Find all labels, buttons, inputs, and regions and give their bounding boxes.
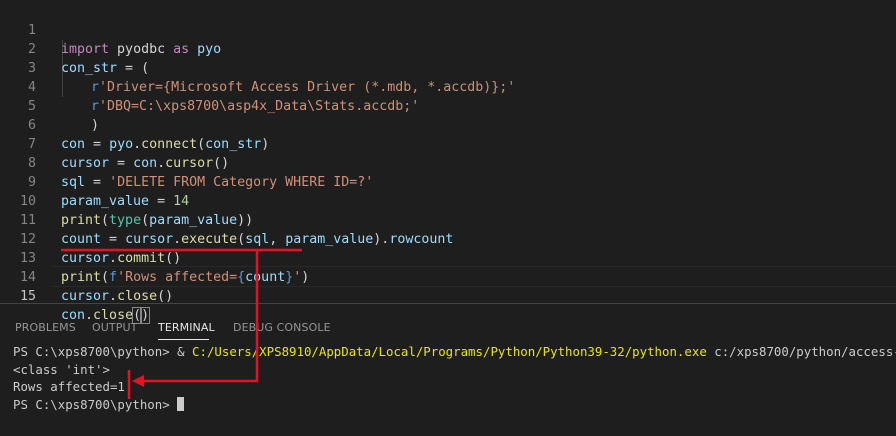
code-text: =: [109, 156, 134, 171]
code-text: (: [101, 270, 110, 285]
identifier: param_value: [285, 232, 374, 247]
builtin-type: type: [109, 213, 142, 228]
code-text: (): [213, 156, 230, 171]
number-literal: 14: [173, 194, 190, 209]
identifier: sql: [245, 232, 270, 247]
identifier: cursor: [61, 289, 110, 304]
code-line-4[interactable]: 4 r'DBQ=C:\xps8700\asp4x_Data\Stats.accd…: [0, 59, 419, 114]
string-literal: 'DBQ=C:\xps8700\asp4x_Data\Stats.accdb;': [99, 99, 420, 114]
function-name: connect: [141, 137, 198, 152]
panel-tabs: PROBLEMS OUTPUT TERMINAL DEBUG CONSOLE: [0, 304, 896, 340]
tab-problems[interactable]: PROBLEMS: [15, 321, 76, 334]
code-line-13[interactable]: 13 print(f'Rows affected={count}'): [0, 230, 309, 285]
fstring-prefix: f: [109, 270, 118, 285]
identifier: rowcount: [389, 232, 454, 247]
keyword: as: [173, 42, 190, 57]
string-prefix: r: [91, 99, 100, 114]
identifier: cursor: [61, 156, 110, 171]
code-text: .: [157, 156, 166, 171]
code-text: .: [133, 137, 142, 152]
terminal-line-2: <class 'int'>: [13, 361, 110, 377]
fstring-brace: {: [237, 270, 246, 285]
function-name: print: [61, 270, 102, 285]
code-text: =: [149, 194, 174, 209]
string-literal: 'DELETE FROM Category WHERE ID=?': [109, 175, 374, 190]
code-text: pyodbc: [109, 42, 174, 57]
identifier: count: [61, 232, 102, 247]
terminal-line-4: PS C:\xps8700\python>: [13, 396, 896, 414]
function-name: cursor: [165, 156, 214, 171]
code-text: ): [301, 270, 310, 285]
code-line-5[interactable]: 5 ): [0, 78, 99, 133]
identifier: cursor: [125, 232, 174, 247]
terminal-prompt: PS C:\xps8700\python>: [13, 396, 178, 412]
code-line-9[interactable]: 9 param_value = 14: [0, 154, 189, 209]
code-line-14[interactable]: 14 cursor.close(): [0, 249, 173, 304]
identifier: con_str: [205, 137, 262, 152]
identifier: con: [61, 137, 86, 152]
identifier: cursor: [61, 251, 110, 266]
code-text: (: [101, 213, 110, 228]
code-line-11[interactable]: 11 count = cursor.execute(sql, param_val…: [0, 192, 453, 247]
code-text: =: [85, 137, 110, 152]
terminal-line-1: PS C:\xps8700\python> & C:/Users/XPS8910…: [13, 343, 896, 361]
code-text: )): [237, 213, 254, 228]
string-prefix: r: [91, 80, 100, 95]
string-literal: 'Rows affected=: [117, 270, 238, 285]
identifier: pyo: [109, 137, 134, 152]
function-name: commit: [117, 251, 166, 266]
code-text: .: [109, 251, 118, 266]
code-text: =: [101, 232, 126, 247]
code-text: (: [237, 232, 246, 247]
code-line-10[interactable]: 10 print(type(param_value)): [0, 173, 253, 228]
code-text: ): [261, 137, 270, 152]
tab-output[interactable]: OUTPUT: [92, 321, 137, 334]
code-text: .: [109, 289, 118, 304]
identifier: param_value: [61, 194, 150, 209]
code-line-1[interactable]: 1 import pyodbc as pyo: [0, 2, 221, 57]
function-name: print: [61, 213, 102, 228]
code-line-7[interactable]: 7 cursor = con.cursor(): [0, 116, 229, 171]
code-text: = (: [117, 61, 150, 76]
identifier: count: [245, 270, 286, 285]
terminal-exe-path: C:/Users/XPS8910/AppData/Local/Programs/…: [192, 344, 707, 359]
identifier: pyo: [189, 42, 222, 57]
code-line-15[interactable]: 15 con.close(): [0, 268, 151, 324]
code-line-2[interactable]: 2 con_str = (: [0, 21, 149, 76]
terminal-prompt: PS C:\xps8700\python> &: [13, 344, 193, 359]
code-text: ,: [269, 232, 286, 247]
code-line-12[interactable]: 12 cursor.commit(): [0, 211, 181, 266]
active-tab-indicator: [158, 339, 209, 340]
identifier: con_str: [61, 61, 118, 76]
code-line-8[interactable]: 8 sql = 'DELETE FROM Category WHERE ID=?…: [0, 135, 373, 190]
function-name: execute: [181, 232, 238, 247]
code-line-6[interactable]: 6 con = pyo.connect(con_str): [0, 97, 269, 152]
code-text: (: [141, 213, 150, 228]
code-line-3[interactable]: 3 r'Driver={Microsoft Access Driver (*.m…: [0, 40, 515, 95]
terminal-line-3: Rows affected=1: [13, 379, 125, 394]
tab-terminal[interactable]: TERMINAL: [158, 321, 215, 334]
function-name: close: [117, 289, 158, 304]
code-text: .: [173, 232, 182, 247]
identifier: sql: [61, 175, 86, 190]
identifier: con: [133, 156, 158, 171]
terminal-cursor: [177, 396, 185, 411]
code-text: ): [91, 118, 100, 133]
string-literal: 'Driver={Microsoft Access Driver (*.mdb,…: [99, 80, 516, 95]
code-text: (): [165, 251, 182, 266]
code-text: (: [197, 137, 206, 152]
code-text: ).: [373, 232, 390, 247]
identifier: param_value: [149, 213, 238, 228]
terminal-argument: c:/xps8700/python/access-1.py: [714, 344, 896, 359]
terminal-output[interactable]: PS C:\xps8700\python> & C:/Users/XPS8910…: [13, 343, 896, 413]
keyword: import: [61, 42, 110, 57]
tab-debug-console[interactable]: DEBUG CONSOLE: [233, 321, 331, 334]
code-text: (): [157, 289, 174, 304]
code-text: =: [85, 175, 110, 190]
code-editor[interactable]: 1 import pyodbc as pyo 2 con_str = ( 3 r…: [0, 0, 896, 324]
